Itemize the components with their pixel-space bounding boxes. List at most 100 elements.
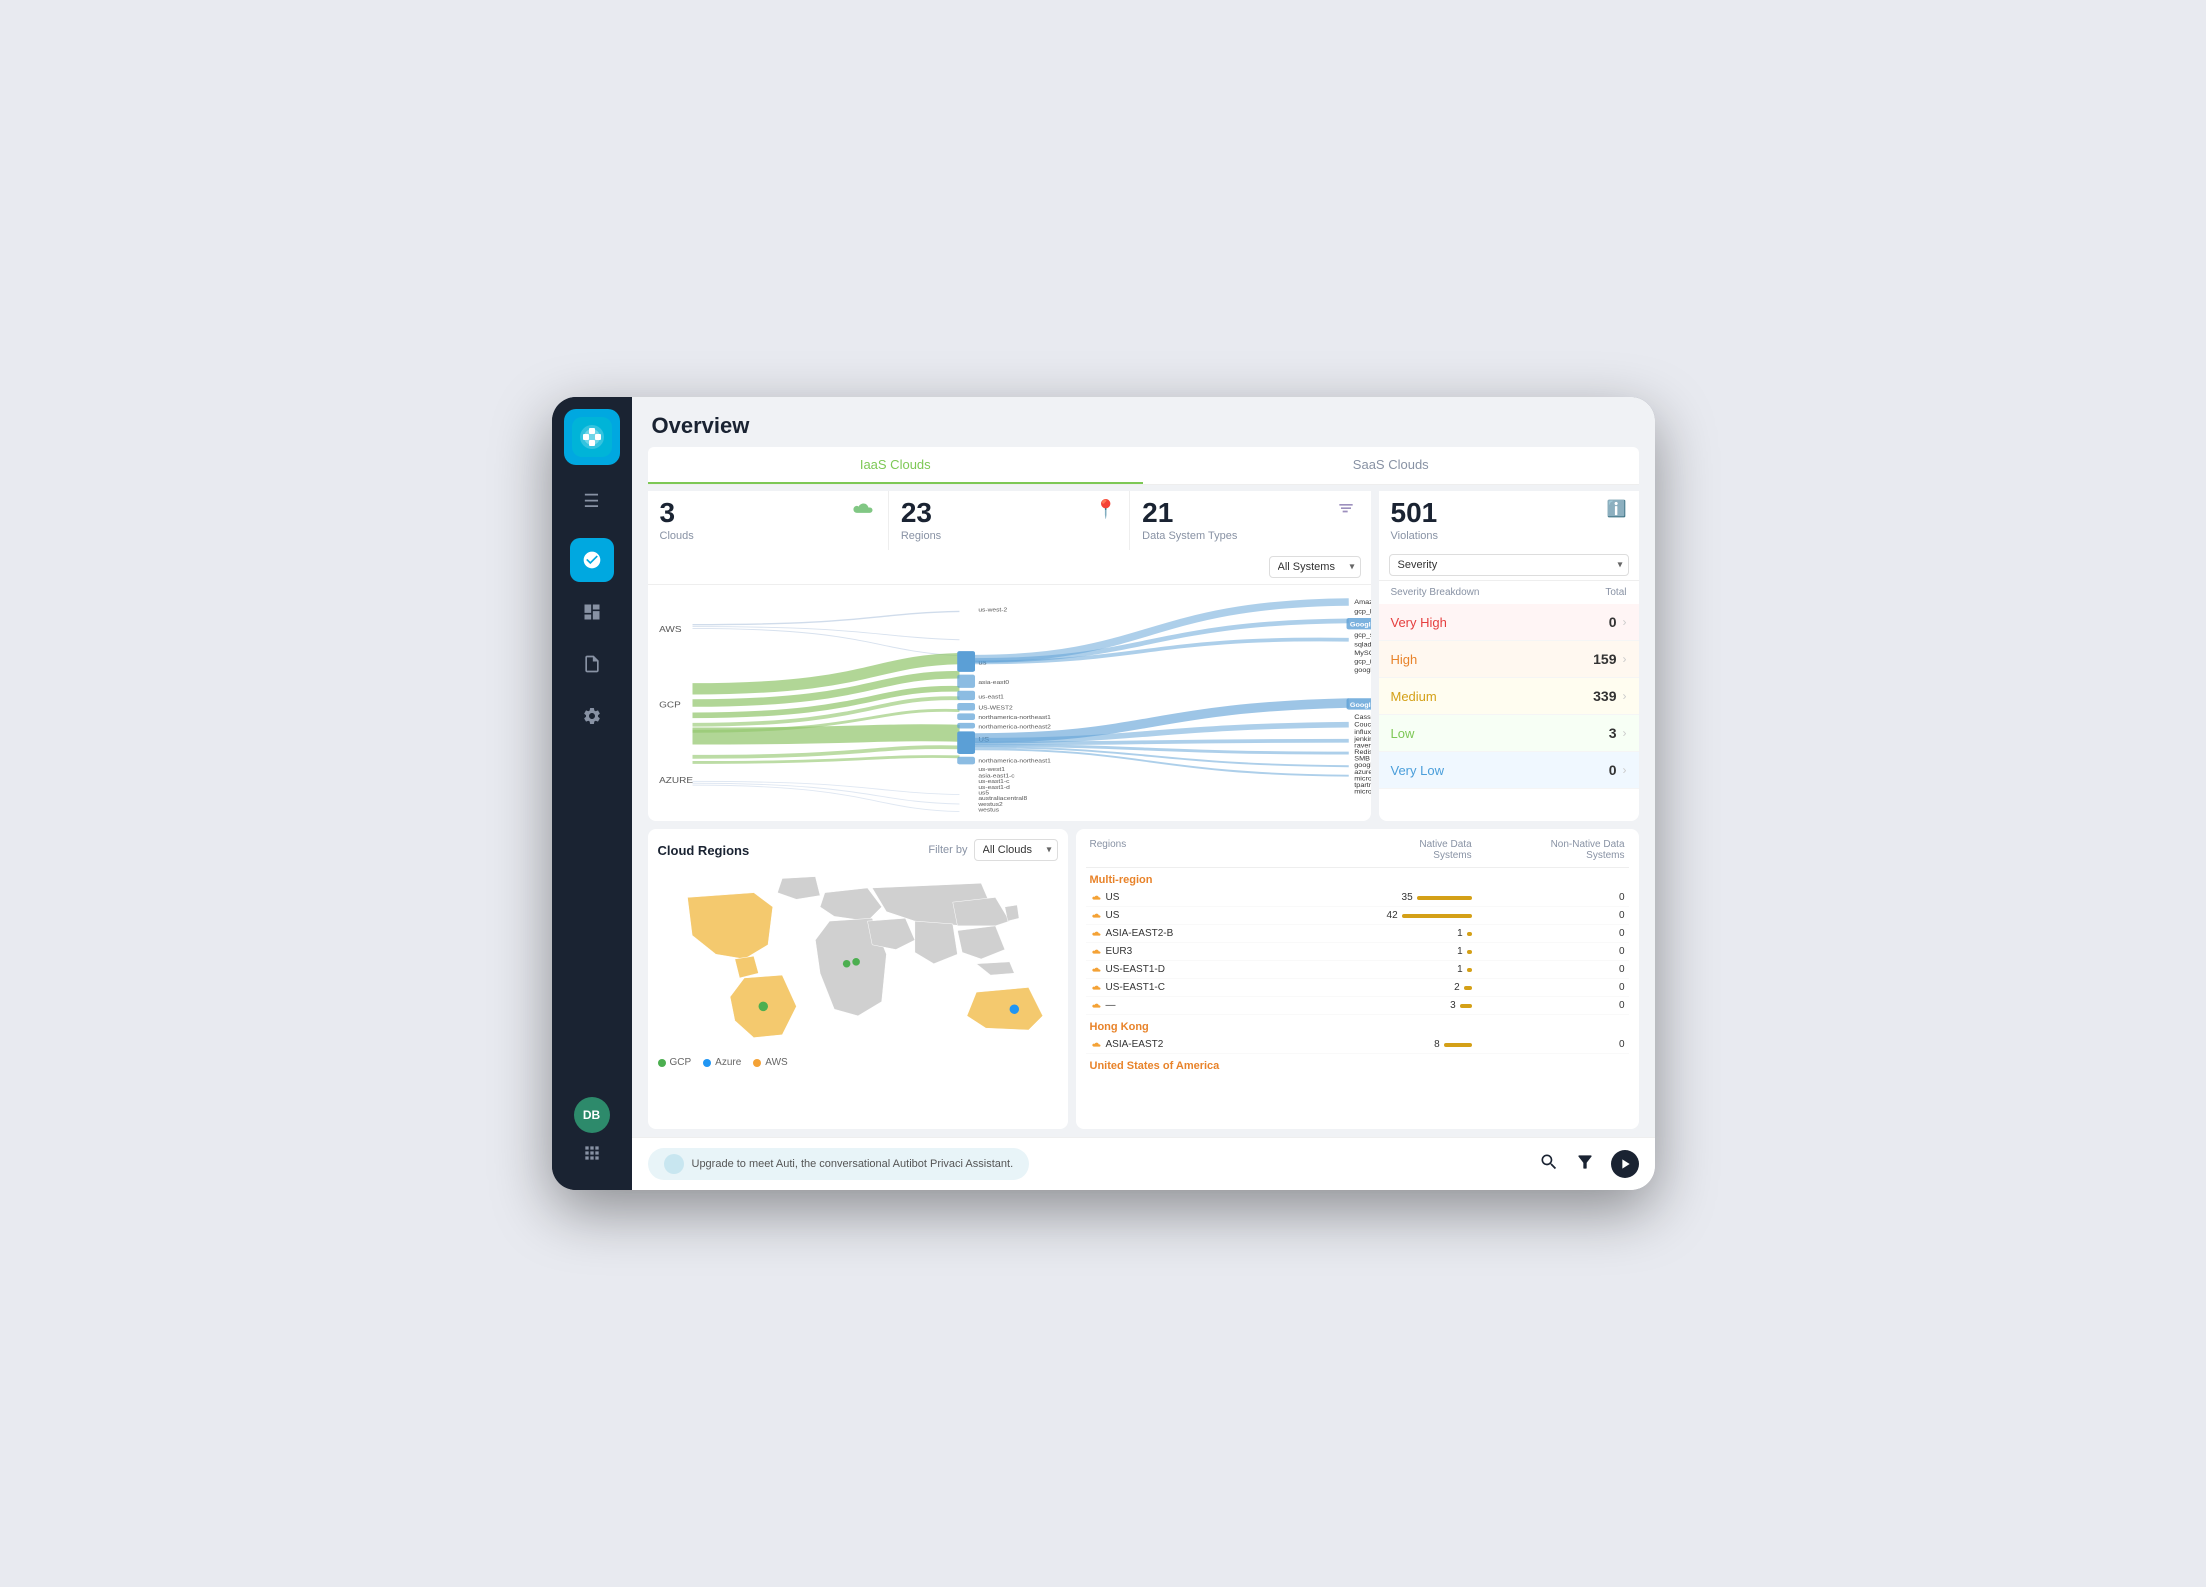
map-title: Cloud Regions (658, 843, 750, 858)
apps-icon[interactable] (582, 1143, 602, 1168)
svg-text:influxdb: influxdb (1354, 730, 1371, 736)
clouds-select[interactable]: All Clouds (974, 839, 1058, 861)
nav-item-settings[interactable] (570, 694, 614, 738)
all-clouds-dropdown[interactable]: All Clouds (974, 839, 1058, 861)
svg-text:northamerica-northeast1: northamerica-northeast1 (978, 714, 1051, 720)
stat-regions: 23 📍 Regions (889, 491, 1130, 550)
region-row-us-42: US 42 0 (1086, 907, 1629, 925)
group-hong-kong: Hong Kong (1086, 1015, 1629, 1036)
logo[interactable] (564, 409, 620, 465)
search-icon[interactable] (1539, 1152, 1559, 1177)
bar-us-42 (1402, 914, 1472, 918)
world-map (658, 869, 1058, 1049)
violations-label: Violations (1391, 530, 1439, 542)
severity-row-medium[interactable]: Medium 339 › (1379, 678, 1639, 715)
group-multi-region: Multi-region (1086, 868, 1629, 889)
medium-count: 339 (1593, 688, 1616, 704)
svg-text:SMB: SMB (1354, 756, 1370, 762)
severity-row-very-high[interactable]: Very High 0 › (1379, 604, 1639, 641)
chat-text: Upgrade to meet Auti, the conversational… (692, 1158, 1014, 1170)
region-row-us-35: US 35 0 (1086, 889, 1629, 907)
svg-text:GCP: GCP (659, 700, 681, 709)
svg-text:Google Cloud Storage: Google Cloud Storage (1349, 622, 1370, 628)
svg-text:us-east1: us-east1 (978, 694, 1004, 700)
regions-label: Regions (901, 530, 1117, 542)
hamburger-menu-icon[interactable]: ☰ (573, 481, 609, 522)
severity-select[interactable]: Severity (1389, 554, 1629, 576)
tabs-container: IaaS Clouds SaaS Clouds (648, 447, 1639, 485)
region-row-asia-east2-b: ASIA-EAST2-B 1 0 (1086, 925, 1629, 943)
nav-item-home[interactable] (570, 538, 614, 582)
violations-toolbar: Severity (1379, 550, 1639, 581)
chat-bubble: Upgrade to meet Auti, the conversational… (648, 1148, 1030, 1180)
svg-text:US-WEST2: US-WEST2 (978, 705, 1013, 711)
gcp-marker-2 (852, 958, 860, 966)
avatar[interactable]: DB (574, 1097, 610, 1133)
severity-dropdown[interactable]: Severity (1389, 554, 1629, 576)
nav-item-dashboard[interactable] (570, 590, 614, 634)
medium-arrow-icon: › (1623, 689, 1627, 703)
col-regions: Regions (1090, 839, 1319, 861)
clouds-icon (848, 499, 876, 524)
low-label: Low (1391, 726, 1415, 741)
page-title: Overview (652, 413, 1635, 439)
severity-row-high[interactable]: High 159 › (1379, 641, 1639, 678)
very-low-count: 0 (1609, 762, 1617, 778)
systems-select[interactable]: All Systems (1269, 556, 1361, 578)
bottom-bar: Upgrade to meet Auti, the conversational… (632, 1137, 1655, 1190)
severity-breakdown-label: Severity Breakdown (1391, 587, 1480, 598)
svg-text:asia-east0: asia-east0 (978, 680, 1009, 686)
aws-dot (753, 1059, 761, 1067)
regions-number: 23 (901, 499, 932, 527)
legend-gcp: GCP (658, 1057, 692, 1068)
sankey-toolbar: All Systems (648, 550, 1371, 585)
all-systems-dropdown[interactable]: All Systems (1269, 556, 1361, 578)
svg-text:google_big_query: google_big_query (1354, 667, 1371, 673)
map-header: Cloud Regions Filter by All Clouds (658, 839, 1058, 861)
violations-icon: ℹ️ (1607, 499, 1627, 519)
stat-clouds: 3 Clouds (648, 491, 889, 550)
legend-azure: Azure (703, 1057, 741, 1068)
group-usa: United States of America (1086, 1054, 1629, 1075)
violations-number: 501 (1391, 499, 1439, 527)
severity-row-low[interactable]: Low 3 › (1379, 715, 1639, 752)
bottom-section: Cloud Regions Filter by All Clouds (648, 829, 1639, 1129)
svg-text:Amazon DynamoDB: Amazon DynamoDB (1354, 599, 1371, 605)
very-high-arrow-icon: › (1623, 615, 1627, 629)
svg-text:us-west1: us-west1 (978, 766, 1005, 772)
svg-text:ravendb: ravendb (1354, 743, 1371, 749)
severity-row-very-low[interactable]: Very Low 0 › (1379, 752, 1639, 789)
gcp-label: GCP (670, 1057, 692, 1068)
stats-row: 3 Clouds 23 📍 Regions (648, 491, 1639, 550)
tab-saas-clouds[interactable]: SaaS Clouds (1143, 447, 1639, 484)
svg-text:us-west-2: us-west-2 (978, 607, 1007, 613)
filter-icon[interactable] (1575, 1152, 1595, 1177)
data-system-types-number: 21 (1142, 499, 1173, 527)
svg-text:westus: westus (977, 807, 999, 813)
very-low-label: Very Low (1391, 763, 1444, 778)
nav-item-reports[interactable] (570, 642, 614, 686)
svg-text:AZURE: AZURE (659, 776, 693, 785)
sidebar: ☰ DB (552, 397, 632, 1190)
svg-text:microsoft.storageaccounts: microsoft.storageaccounts (1354, 789, 1371, 795)
sankey-content: AWS GCP AZURE (648, 585, 1371, 821)
clouds-label: Clouds (660, 530, 876, 542)
tab-iaas-clouds[interactable]: IaaS Clouds (648, 447, 1144, 484)
gcp-cloud-icon-8 (1090, 1040, 1102, 1050)
world-map-svg (658, 869, 1058, 1049)
bar-dash (1460, 1004, 1472, 1008)
svg-text:gcp_inventory: gcp_inventory (1354, 659, 1371, 665)
low-arrow-icon: › (1623, 726, 1627, 740)
svg-text:microsoft.datafactory/servers: microsoft.datafactory/servers (1354, 776, 1371, 782)
svg-text:AWS: AWS (659, 625, 681, 634)
bar-us-east1-c (1464, 986, 1472, 990)
col-native: Native DataSystems (1319, 839, 1472, 861)
svg-text:gcp_bigtable: gcp_bigtable (1354, 609, 1371, 615)
svg-text:sqladmin.googleapis.com: sqladmin.googleapis.com (1354, 642, 1371, 648)
svg-text:Redis: Redis (1354, 749, 1371, 755)
main-content: Overview IaaS Clouds SaaS Clouds 3 (632, 397, 1655, 1190)
svg-text:azure_generic: azure_generic (1354, 769, 1371, 775)
chat-avatar (664, 1154, 684, 1174)
arrow-right-icon[interactable] (1611, 1150, 1639, 1178)
regions-panel: Regions Native DataSystems Non-Native Da… (1076, 829, 1639, 1129)
